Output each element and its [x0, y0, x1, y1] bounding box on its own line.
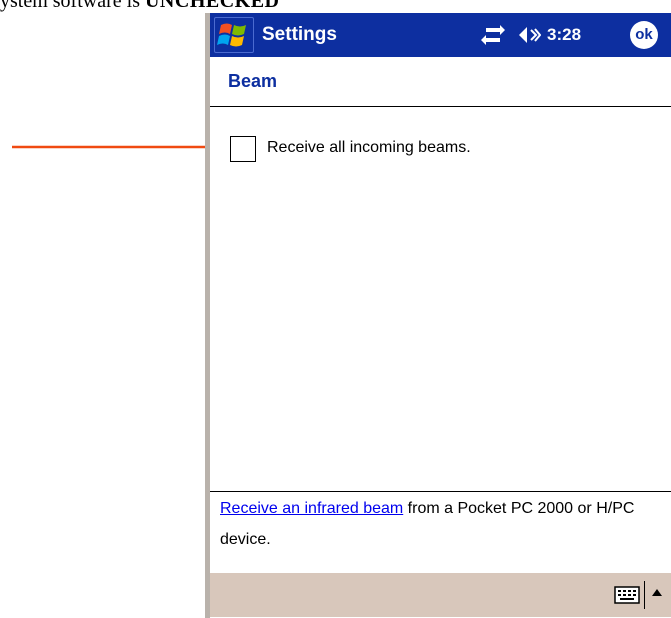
windows-flag-icon [217, 23, 246, 47]
speaker-icon[interactable] [517, 24, 541, 46]
connectivity-icon[interactable] [480, 24, 506, 46]
up-arrow-icon[interactable] [650, 587, 664, 599]
info-divider [210, 491, 671, 492]
info-text: Receive an infrared beam from a Pocket P… [220, 493, 660, 555]
document-text-emphasis: UNCHECKED [144, 0, 280, 12]
receive-beams-checkbox[interactable] [230, 136, 256, 162]
receive-infrared-beam-link[interactable]: Receive an infrared beam [220, 500, 403, 517]
navigation-bar: Settings 3:28 ok [210, 13, 671, 57]
input-divider [644, 581, 645, 609]
app-title: Settings [262, 24, 337, 45]
pocket-pc-screen: Settings 3:28 ok Beam Receive all incomi… [205, 13, 671, 618]
annotation-arrow-icon [12, 140, 230, 154]
input-panel-bar [210, 573, 671, 617]
document-text-start: ystem software is [0, 0, 145, 12]
title-divider [210, 106, 671, 107]
clock[interactable]: 3:28 [547, 13, 581, 57]
start-button[interactable] [214, 17, 254, 53]
receive-beams-label[interactable]: Receive all incoming beams. [267, 139, 471, 157]
ok-button[interactable]: ok [630, 21, 658, 49]
page-title: Beam [228, 71, 278, 91]
keyboard-icon[interactable] [614, 585, 640, 605]
